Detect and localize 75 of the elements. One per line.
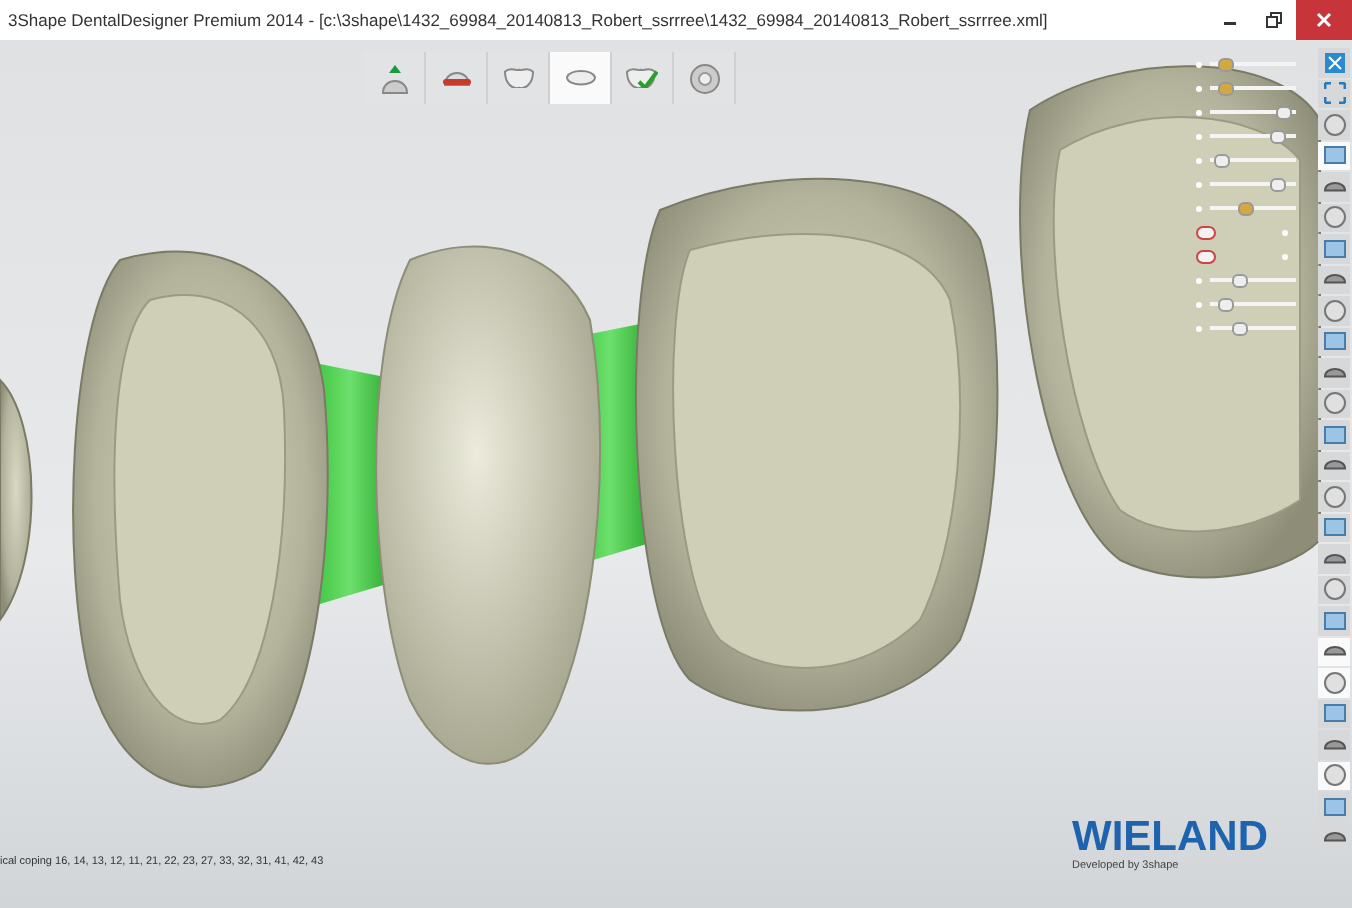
window-icon bbox=[1323, 704, 1345, 723]
workflow-step-tab[interactable] bbox=[550, 52, 612, 104]
circle-icon bbox=[1323, 671, 1345, 694]
toggle-dot[interactable] bbox=[1196, 157, 1202, 163]
toolbar-button[interactable] bbox=[1318, 482, 1350, 511]
toolbar-button[interactable] bbox=[1318, 358, 1350, 387]
toggle-dot[interactable] bbox=[1196, 181, 1202, 187]
tooth-check-icon bbox=[626, 67, 658, 89]
window-icon bbox=[1323, 239, 1345, 258]
tooth-arrow-icon bbox=[381, 63, 407, 93]
toolbar-button[interactable] bbox=[1318, 234, 1350, 263]
circle-icon bbox=[1323, 113, 1345, 136]
toolbar-button[interactable] bbox=[1318, 420, 1350, 449]
circle-icon bbox=[1323, 206, 1345, 229]
toolbar-button[interactable] bbox=[1318, 296, 1350, 325]
tooth-band-icon bbox=[441, 71, 471, 85]
toolbar-button[interactable] bbox=[1318, 544, 1350, 573]
toolbar-button[interactable] bbox=[1318, 327, 1350, 356]
toolbar-button[interactable] bbox=[1318, 668, 1350, 697]
window-icon bbox=[1323, 611, 1345, 630]
toggle-dot[interactable] bbox=[1196, 109, 1202, 115]
toggle-dot[interactable] bbox=[1196, 205, 1202, 211]
toggle-dot[interactable] bbox=[1196, 277, 1202, 283]
toolbar-button[interactable] bbox=[1318, 172, 1350, 201]
crown-icon bbox=[1323, 553, 1345, 564]
toggle-dot[interactable] bbox=[1196, 85, 1202, 91]
crown-icon bbox=[1323, 181, 1345, 192]
crown-icon bbox=[1323, 646, 1345, 657]
toolbar-button[interactable] bbox=[1318, 699, 1350, 728]
close-panel-icon bbox=[1323, 51, 1345, 74]
crown-icon bbox=[565, 70, 595, 86]
toolbar-button[interactable] bbox=[1318, 792, 1350, 821]
circle-icon bbox=[1323, 392, 1345, 415]
toolbar-button[interactable] bbox=[1318, 48, 1350, 77]
toolbar-button[interactable] bbox=[1318, 79, 1350, 108]
window-icon bbox=[1323, 146, 1345, 165]
toggle-dot[interactable] bbox=[1196, 301, 1202, 307]
toolbar-button[interactable] bbox=[1318, 451, 1350, 480]
circle-icon bbox=[1323, 299, 1345, 322]
toggle-dot[interactable] bbox=[1196, 61, 1202, 67]
toolbar-button[interactable] bbox=[1318, 637, 1350, 666]
toolbar-button[interactable] bbox=[1318, 513, 1350, 542]
restore-icon bbox=[1266, 12, 1282, 28]
crown-icon bbox=[1323, 832, 1345, 843]
toolbar-button[interactable] bbox=[1318, 265, 1350, 294]
toolbar-button[interactable] bbox=[1318, 761, 1350, 790]
toolbar-button[interactable] bbox=[1318, 389, 1350, 418]
toggle-dot[interactable] bbox=[1282, 253, 1288, 259]
expand-icon bbox=[1323, 82, 1345, 105]
slider-thumb[interactable] bbox=[1217, 57, 1233, 71]
crown-icon bbox=[1323, 274, 1345, 285]
disc-icon bbox=[689, 63, 719, 93]
window-icon bbox=[1323, 797, 1345, 816]
toolbar-button[interactable] bbox=[1318, 606, 1350, 635]
circle-icon bbox=[1323, 485, 1345, 508]
window-icon bbox=[1323, 518, 1345, 537]
logo-wordmark: WIELAND bbox=[1072, 816, 1268, 860]
toolbar-button[interactable] bbox=[1318, 203, 1350, 232]
window-icon bbox=[1323, 425, 1345, 444]
toggle-dot[interactable] bbox=[1282, 229, 1288, 235]
crown-icon bbox=[1323, 367, 1345, 378]
toggle-dot[interactable] bbox=[1196, 325, 1202, 331]
toolbar-button[interactable] bbox=[1318, 730, 1350, 759]
crown-icon bbox=[1323, 739, 1345, 750]
toolbar-button[interactable] bbox=[1318, 575, 1350, 604]
close-icon bbox=[1316, 12, 1332, 28]
circle-icon bbox=[1323, 764, 1345, 787]
crown-icon bbox=[1323, 460, 1345, 471]
close-button[interactable] bbox=[1296, 0, 1352, 40]
window-title: 3Shape DentalDesigner Premium 2014 - [c:\3shape\1432_69984_20140813_Robert_ssrrree\1432_69984_20140813_Robert_ssrrree.xml] bbox=[8, 10, 1048, 30]
toolbar-button[interactable] bbox=[1318, 141, 1350, 170]
window-icon bbox=[1323, 332, 1345, 351]
toggle-dot[interactable] bbox=[1196, 133, 1202, 139]
circle-icon bbox=[1323, 578, 1345, 601]
toolbar-button[interactable] bbox=[1318, 110, 1350, 139]
